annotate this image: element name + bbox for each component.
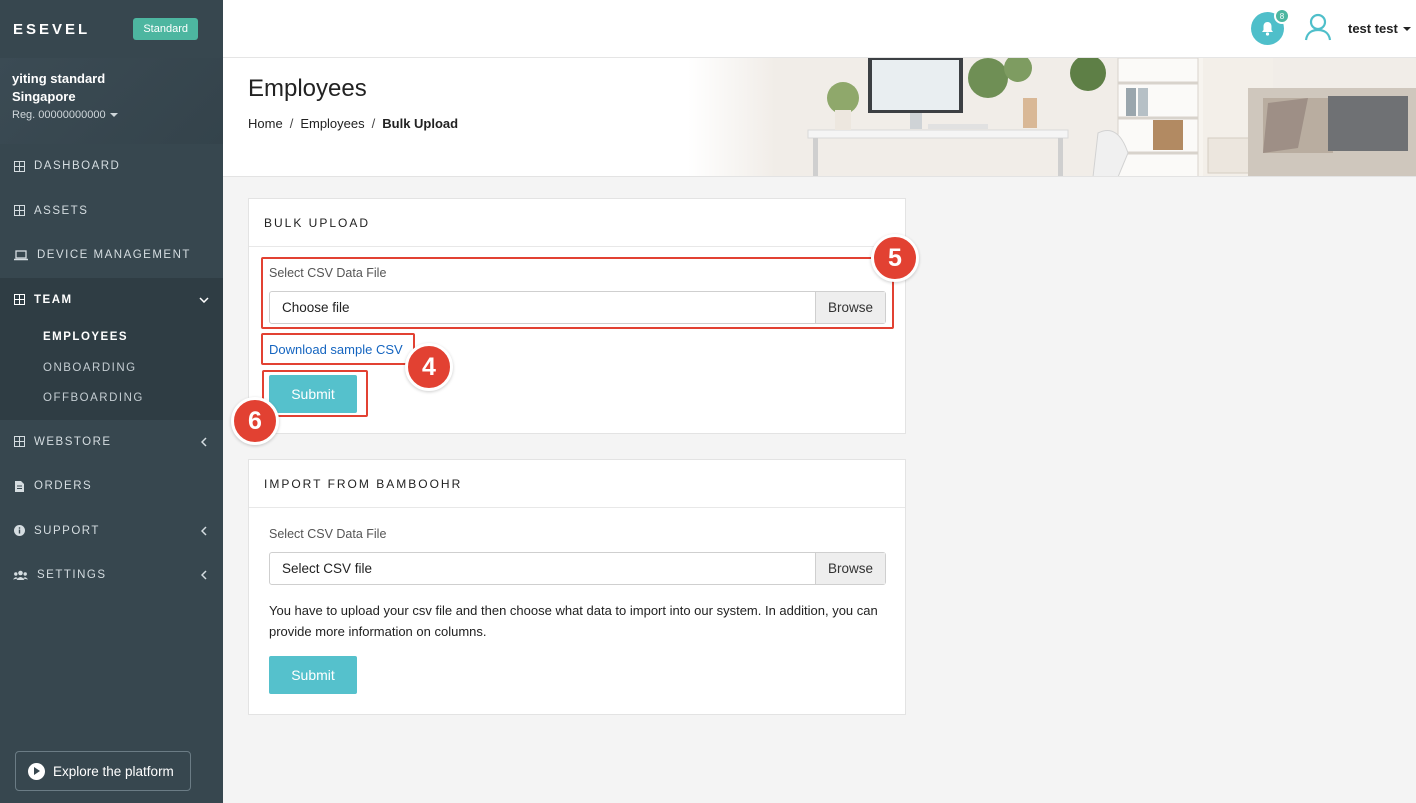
page-title: Employees [248, 75, 367, 102]
sidebar-subitem-onboarding[interactable]: ONBOARDING [0, 353, 223, 384]
sidebar-subitem-employees[interactable]: EMPLOYEES [0, 322, 223, 353]
chevron-left-icon [199, 570, 209, 580]
submit-button[interactable]: Submit [269, 375, 357, 413]
users-icon [12, 568, 29, 582]
notification-count-badge: 8 [1274, 8, 1290, 24]
sidebar-item-label: DASHBOARD [34, 160, 121, 173]
office-hero-image [688, 58, 1416, 176]
account-name: yiting standard [12, 71, 106, 86]
sidebar-item-label: ASSETS [34, 204, 89, 217]
bamboohr-file-input[interactable]: Select CSV file Browse [269, 552, 886, 585]
breadcrumb-separator: / [371, 116, 376, 131]
page-header: Employees Home / Employees / Bulk Upload [223, 58, 1416, 177]
sidebar-item-label: DEVICE MANAGEMENT [37, 249, 191, 262]
account-location: Singapore [12, 89, 76, 104]
step-marker-4: 4 [405, 343, 453, 391]
user-menu[interactable]: test test [1348, 21, 1411, 36]
laptop-icon [12, 248, 29, 262]
submit-button[interactable]: Submit [269, 656, 357, 694]
account-reg[interactable]: Reg. 00000000000 [12, 109, 211, 121]
sidebar-item-label: WEBSTORE [34, 435, 112, 448]
file-icon [12, 479, 26, 493]
sidebar-item-label: SETTINGS [37, 569, 107, 582]
account-switcher[interactable]: yiting standard Singapore Reg. 000000000… [0, 58, 223, 144]
bamboohr-import-card: IMPORT FROM BAMBOOHR Select CSV Data Fil… [248, 459, 906, 715]
csv-file-input[interactable]: Choose file Browse [269, 291, 886, 324]
topbar: 8 test test [223, 0, 1416, 58]
csv-file-label: Select CSV Data File [269, 266, 387, 280]
grid-icon [12, 204, 26, 218]
sidebar-item-label: TEAM [34, 293, 73, 306]
breadcrumb-separator: / [289, 116, 294, 131]
user-name: test test [1348, 21, 1398, 36]
breadcrumb-home[interactable]: Home [248, 116, 283, 131]
brand-row: ESEVEL Standard [0, 0, 223, 58]
info-icon [12, 524, 26, 538]
brand-logo[interactable]: ESEVEL [13, 21, 90, 38]
step-marker-6: 6 [231, 397, 279, 445]
bell-icon [1262, 22, 1273, 36]
user-avatar-icon[interactable] [1303, 12, 1333, 42]
sidebar-item-label: SUPPORT [34, 524, 100, 537]
grid-icon [12, 435, 26, 449]
file-input-text[interactable]: Select CSV file [270, 553, 815, 584]
sidebar-item-assets[interactable]: ASSETS [0, 189, 223, 234]
breadcrumb-current: Bulk Upload [382, 116, 459, 131]
download-sample-csv-link[interactable]: Download sample CSV [269, 342, 403, 357]
team-submenu: EMPLOYEES ONBOARDING OFFBOARDING [0, 322, 223, 420]
grid-icon [12, 293, 26, 307]
sidebar-subitem-offboarding[interactable]: OFFBOARDING [0, 383, 223, 414]
breadcrumb: Home / Employees / Bulk Upload [248, 116, 458, 131]
browse-button[interactable]: Browse [815, 553, 885, 584]
notifications-button[interactable]: 8 [1251, 8, 1290, 45]
explore-label: Explore the platform [53, 763, 174, 779]
browse-button[interactable]: Browse [815, 292, 885, 323]
chevron-left-icon [199, 437, 209, 447]
sidebar-item-dashboard[interactable]: DASHBOARD [0, 144, 223, 189]
help-text: You have to upload your csv file and the… [269, 603, 878, 639]
account-reg-text: Reg. 00000000000 [12, 109, 106, 121]
card-title: BULK UPLOAD [249, 199, 905, 247]
sidebar-item-label: ORDERS [34, 480, 93, 493]
file-input-text[interactable]: Choose file [270, 292, 815, 323]
chevron-left-icon [199, 526, 209, 536]
step-marker-5: 5 [871, 234, 919, 282]
sidebar-item-device-management[interactable]: DEVICE MANAGEMENT [0, 233, 223, 278]
sidebar-item-webstore[interactable]: WEBSTORE [0, 420, 223, 465]
sidebar-menu: DASHBOARD ASSETS DEVICE MANAGEMENT TEAM … [0, 144, 223, 598]
bulk-upload-card: BULK UPLOAD Select CSV Data File Choose … [248, 198, 906, 434]
breadcrumb-employees[interactable]: Employees [300, 116, 364, 131]
sidebar: ESEVEL Standard yiting standard Singapor… [0, 0, 223, 803]
sidebar-item-support[interactable]: SUPPORT [0, 509, 223, 554]
explore-platform-button[interactable]: Explore the platform [15, 751, 191, 791]
sidebar-item-orders[interactable]: ORDERS [0, 464, 223, 509]
sidebar-item-settings[interactable]: SETTINGS [0, 553, 223, 598]
sidebar-item-team[interactable]: TEAM [0, 277, 223, 322]
card-title: IMPORT FROM BAMBOOHR [249, 460, 905, 508]
grid-icon [12, 159, 26, 173]
plan-badge: Standard [133, 18, 198, 40]
caret-down-icon [1402, 26, 1411, 31]
chevron-down-icon [199, 297, 209, 303]
caret-down-icon [109, 113, 118, 117]
csv-file-label: Select CSV Data File [269, 527, 387, 541]
play-icon [28, 762, 45, 780]
